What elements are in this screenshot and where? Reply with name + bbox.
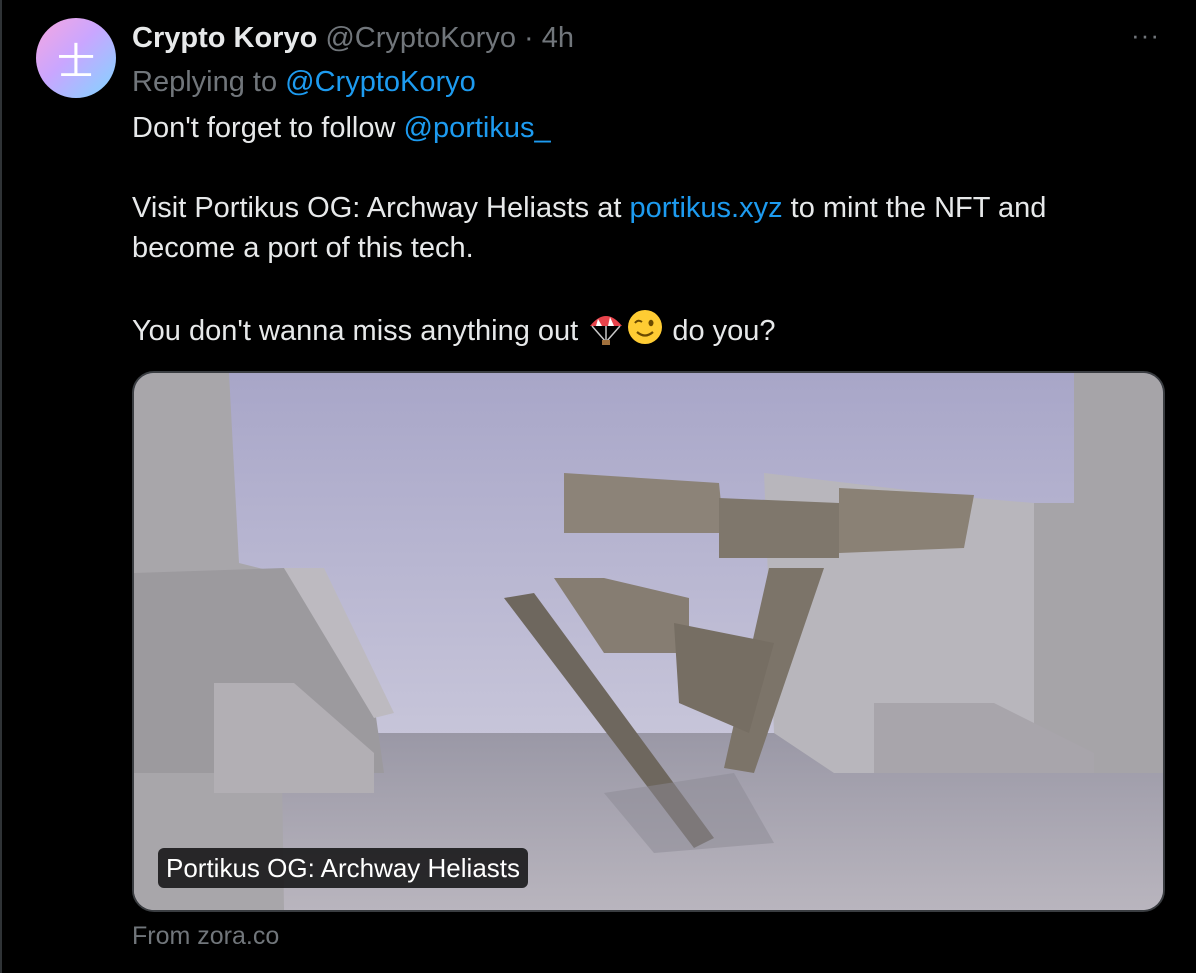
nft-artwork-image	[134, 373, 1163, 910]
parachute-emoji-icon	[586, 310, 626, 357]
card-source[interactable]: From zora.co	[132, 922, 279, 951]
tweet-line-2: Visit Portikus OG: Archway Heliasts at p…	[132, 188, 1152, 268]
replying-prefix: Replying to	[132, 66, 278, 98]
tweet-line-1: Don't forget to follow @portikus_	[132, 108, 1152, 148]
line2-text-a: Visit Portikus OG: Archway Heliasts at	[132, 192, 630, 224]
line3-text-b: do you?	[664, 315, 776, 347]
more-options-icon[interactable]: ···	[1131, 20, 1160, 51]
replying-to: Replying to @CryptoKoryo	[132, 64, 476, 100]
winking-face-emoji-icon	[626, 308, 664, 357]
media-card[interactable]: Portikus OG: Archway Heliasts	[132, 371, 1165, 912]
author-handle[interactable]: @CryptoKoryo	[325, 22, 516, 54]
mention-link[interactable]: @portikus_	[404, 112, 551, 144]
line1-text: Don't forget to follow	[132, 112, 404, 144]
media-caption: Portikus OG: Archway Heliasts	[158, 848, 528, 888]
line3-text-a: You don't wanna miss anything out	[132, 315, 587, 347]
header-separator: ·	[524, 22, 534, 54]
tweet-body: Don't forget to follow @portikus_ Visit …	[132, 108, 1152, 357]
tweet-line-3: You don't wanna miss anything out do you…	[132, 308, 1152, 357]
tweet-header: Crypto Koryo @CryptoKoryo · 4h	[132, 20, 574, 56]
avatar[interactable]: 士	[36, 18, 116, 98]
left-border	[0, 0, 2, 973]
tweet-time[interactable]: 4h	[542, 22, 574, 54]
url-link[interactable]: portikus.xyz	[629, 192, 782, 224]
replying-handle-link[interactable]: @CryptoKoryo	[285, 66, 476, 98]
author-name[interactable]: Crypto Koryo	[132, 22, 317, 54]
avatar-glyph: 士	[56, 39, 95, 84]
